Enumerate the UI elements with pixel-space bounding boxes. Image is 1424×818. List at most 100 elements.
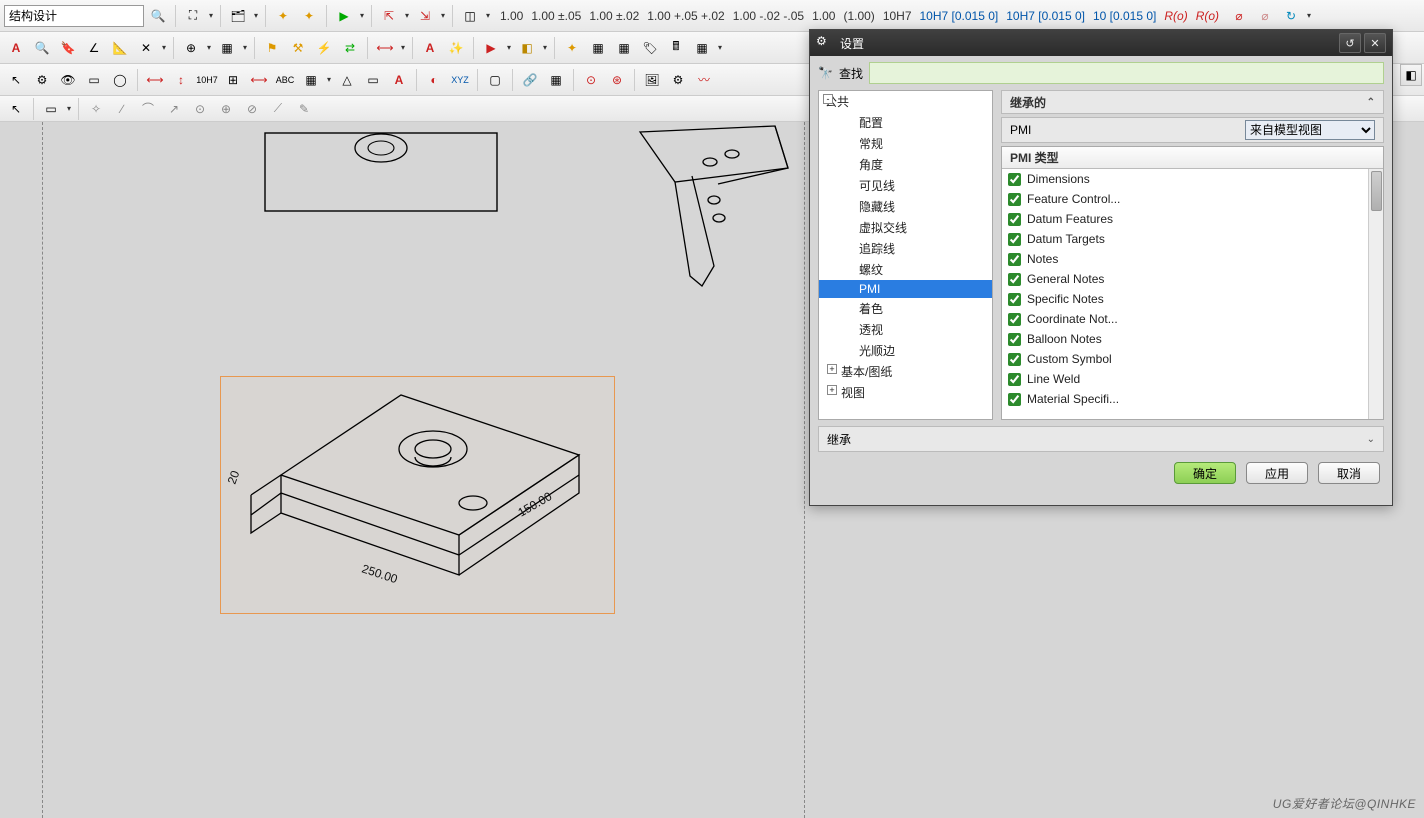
dbl-arrow-icon[interactable]: ⇄ [338, 36, 362, 60]
spark-icon[interactable]: ✨ [444, 36, 468, 60]
cursor-icon[interactable]: ↖ [4, 97, 28, 121]
tolerance-label[interactable]: 10 [0.015 0] [1093, 9, 1156, 23]
table-icon[interactable]: ▦ [690, 36, 714, 60]
a2-icon[interactable]: A [387, 68, 411, 92]
tree-node-虚拟交线[interactable]: 虚拟交线 [819, 217, 992, 238]
grid3-icon[interactable]: ⊞ [221, 68, 245, 92]
pmi-type-checkbox[interactable] [1008, 373, 1021, 386]
dim-b-icon[interactable]: ↕ [169, 68, 193, 92]
text-icon[interactable]: A [4, 36, 28, 60]
settings-tree[interactable]: -公共配置常规角度可见线隐藏线虚拟交线追踪线螺纹PMI着色透视光顺边+基本/图纸… [818, 90, 993, 420]
tri-icon[interactable]: △ [335, 68, 359, 92]
pmi-type-checkbox[interactable] [1008, 393, 1021, 406]
search-input[interactable] [4, 5, 144, 27]
tolerance-label[interactable]: R(o) [1196, 9, 1219, 23]
bolt-icon[interactable]: ⚡ [312, 36, 336, 60]
refresh-icon[interactable]: ↻ [1279, 4, 1303, 28]
box-icon[interactable]: ▢ [483, 68, 507, 92]
pmi-type-item[interactable]: Dimensions [1002, 169, 1383, 189]
snap8-icon[interactable]: ⟋ [266, 97, 290, 121]
snap9-icon[interactable]: ✎ [292, 97, 316, 121]
win-icon[interactable]: ▭ [361, 68, 385, 92]
inherited-header[interactable]: 继承的 ⌃ [1001, 90, 1384, 114]
sheet2-icon[interactable]: ▦ [544, 68, 568, 92]
pmi-type-item[interactable]: Balloon Notes [1002, 329, 1383, 349]
arrow-icon[interactable]: ▶ [332, 4, 356, 28]
rect-icon[interactable]: ▭ [82, 68, 106, 92]
tree-node-基本/图纸[interactable]: +基本/图纸 [819, 361, 992, 382]
tolerance-label[interactable]: 1.00 [500, 9, 523, 23]
pmi-type-checkbox[interactable] [1008, 213, 1021, 226]
view-icon[interactable]: 👁 [56, 68, 80, 92]
snap5-icon[interactable]: ⊙ [188, 97, 212, 121]
collapse-icon[interactable]: - [823, 94, 833, 104]
pick-icon[interactable]: ↖ [4, 68, 28, 92]
tree-node-螺纹[interactable]: 螺纹 [819, 259, 992, 280]
opt-icon[interactable]: ⚙ [30, 68, 54, 92]
paint-icon[interactable]: ✦ [271, 4, 295, 28]
circle-icon[interactable]: ◯ [108, 68, 132, 92]
dim1-icon[interactable]: ⇱ [377, 4, 401, 28]
rect2-icon[interactable]: ▭ [39, 97, 63, 121]
section-icon[interactable]: ◫ [458, 4, 482, 28]
pmi-type-item[interactable]: Line Weld [1002, 369, 1383, 389]
scope2-icon[interactable]: ⊛ [605, 68, 629, 92]
xyz-icon[interactable]: XYZ [448, 68, 472, 92]
snap6-icon[interactable]: ⊕ [214, 97, 238, 121]
pmi-type-checkbox[interactable] [1008, 313, 1021, 326]
inherit-section[interactable]: 继承 ⌄ [818, 426, 1384, 452]
cancel-button[interactable]: 取消 [1318, 462, 1380, 484]
hammer-icon[interactable]: ⚒ [286, 36, 310, 60]
tree-node-追踪线[interactable]: 追踪线 [819, 238, 992, 259]
pmi-type-checkbox[interactable] [1008, 233, 1021, 246]
half-icon[interactable]: ◐ [422, 68, 446, 92]
grid2-icon[interactable]: ▦ [612, 36, 636, 60]
tolerance-label[interactable]: 1.00 +.05 +.02 [647, 9, 724, 23]
gear-icon[interactable]: ⚙ [666, 68, 690, 92]
tree-node-公共[interactable]: -公共 [819, 91, 992, 112]
tree-node-透视[interactable]: 透视 [819, 319, 992, 340]
abc-icon[interactable]: ABC [273, 68, 297, 92]
zoom-out-icon[interactable]: 🔍 [30, 36, 54, 60]
line-icon[interactable]: 📐 [108, 36, 132, 60]
tree-node-角度[interactable]: 角度 [819, 154, 992, 175]
img-icon[interactable]: 🖼 [640, 68, 664, 92]
tree-node-常规[interactable]: 常规 [819, 133, 992, 154]
star-icon[interactable]: ✦ [560, 36, 584, 60]
tolerance-label[interactable]: 1.00 [812, 9, 835, 23]
search-icon[interactable]: 🔍 [146, 4, 170, 28]
pmi-type-checkbox[interactable] [1008, 333, 1021, 346]
grid-icon[interactable]: ▦ [586, 36, 610, 60]
tolerance-label[interactable]: 10H7 [0.015 0] [1006, 9, 1085, 23]
pmi-type-checkbox[interactable] [1008, 293, 1021, 306]
tolerance-label[interactable]: 1.00 ±.02 [589, 9, 639, 23]
expand-icon[interactable]: + [827, 364, 837, 374]
snap2-icon[interactable]: ∕ [110, 97, 134, 121]
tolerance-label[interactable]: 10H7 [0.015 0] [920, 9, 999, 23]
snap3-icon[interactable]: ⌒ [136, 97, 160, 121]
target-icon[interactable]: ⊕ [179, 36, 203, 60]
scope-icon[interactable]: ⊙ [579, 68, 603, 92]
dim-c-icon[interactable]: ⟷ [247, 68, 271, 92]
dialog-search-input[interactable] [869, 62, 1384, 84]
pmi-type-item[interactable]: Feature Control... [1002, 189, 1383, 209]
tree-node-配置[interactable]: 配置 [819, 112, 992, 133]
tolerance-label[interactable]: 10H7 [883, 9, 912, 23]
diameter2-icon[interactable]: ⌀ [1253, 4, 1277, 28]
pmi-type-checkbox[interactable] [1008, 253, 1021, 266]
snap1-icon[interactable]: ✧ [84, 97, 108, 121]
expand-icon[interactable]: + [827, 385, 837, 395]
apply-button[interactable]: 应用 [1246, 462, 1308, 484]
snap7-icon[interactable]: ⊘ [240, 97, 264, 121]
sheet-icon[interactable]: ▦ [299, 68, 323, 92]
dim-a-icon[interactable]: ⟷ [143, 68, 167, 92]
flag-icon[interactable]: ⚑ [260, 36, 284, 60]
pmi-type-checkbox[interactable] [1008, 193, 1021, 206]
pmi-type-checkbox[interactable] [1008, 353, 1021, 366]
pmi-type-item[interactable]: Datum Features [1002, 209, 1383, 229]
play-icon[interactable]: ▶ [479, 36, 503, 60]
tolerance-label[interactable]: (1.00) [843, 9, 874, 23]
angle-icon[interactable]: ∠ [82, 36, 106, 60]
layers-icon[interactable]: 🗂 [226, 4, 250, 28]
snap4-icon[interactable]: ↗ [162, 97, 186, 121]
